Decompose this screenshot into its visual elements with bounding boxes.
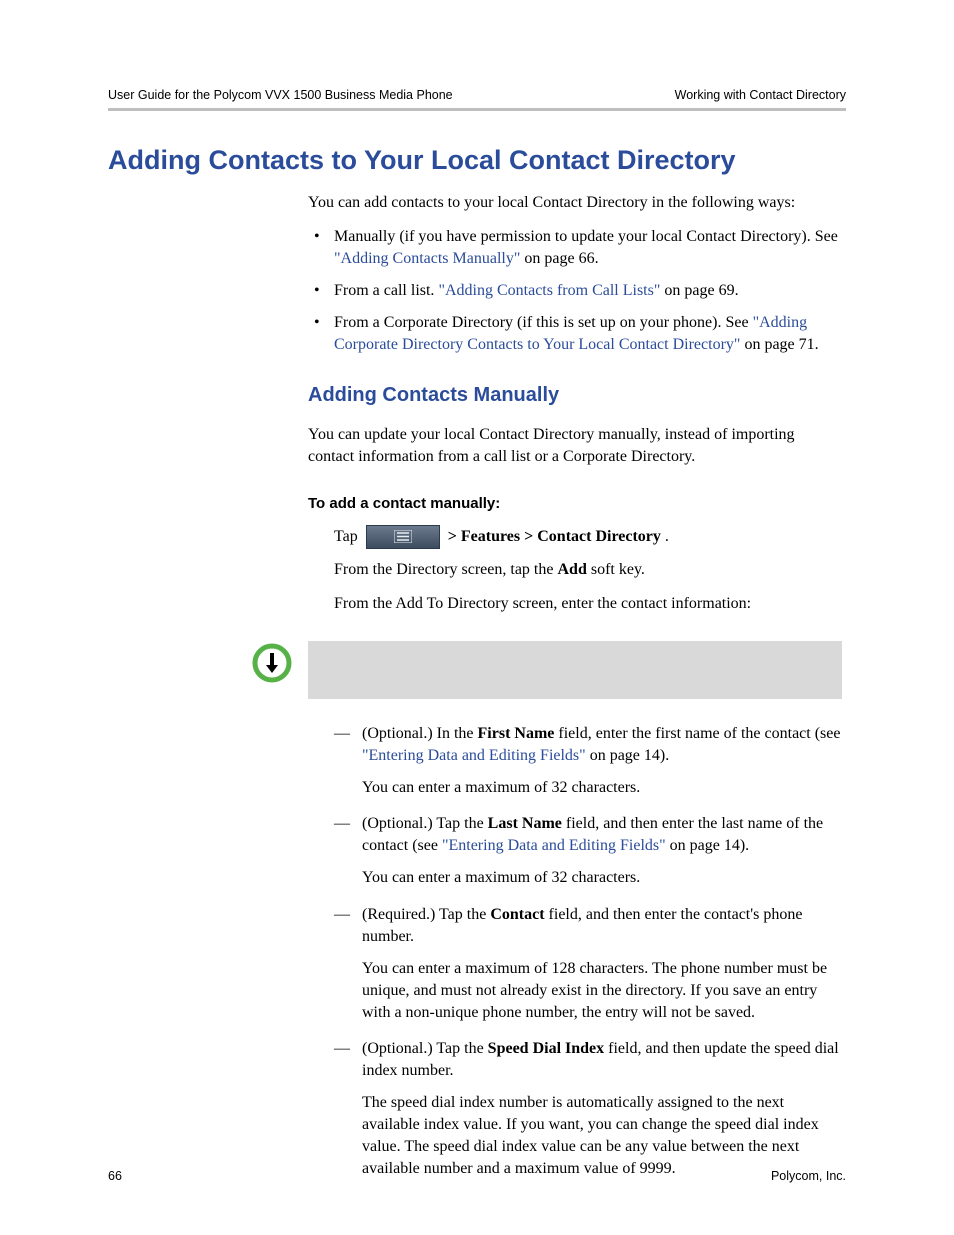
footer-company: Polycom, Inc. — [771, 1169, 846, 1183]
link-adding-from-call-lists[interactable]: "Adding Contacts from Call Lists" — [438, 282, 660, 299]
running-header: User Guide for the Polycom VVX 1500 Busi… — [108, 88, 846, 102]
section-paragraph: You can update your local Contact Direct… — [308, 424, 842, 468]
heading-3: To add a contact manually: — [308, 494, 842, 515]
note-icon — [248, 641, 296, 699]
note-callout — [248, 641, 842, 699]
body-content: You can add contacts to your local Conta… — [308, 192, 842, 1180]
bullet-item: From a call list. "Adding Contacts from … — [308, 280, 842, 302]
dash-sub: You can enter a maximum of 128 character… — [362, 958, 842, 1024]
dash-sub: You can enter a maximum of 32 characters… — [362, 777, 842, 799]
intro-paragraph: You can add contacts to your local Conta… — [308, 192, 842, 214]
dash-item: (Optional.) In the First Name field, ent… — [308, 723, 842, 799]
dash-item: (Optional.) Tap the Last Name field, and… — [308, 813, 842, 889]
step-2: From the Directory screen, tap the Add s… — [308, 559, 842, 581]
link-entering-data-1[interactable]: "Entering Data and Editing Fields" — [362, 747, 586, 764]
step-1: Tap > Features > Contact Directory. — [308, 525, 842, 549]
dash-list: (Optional.) In the First Name field, ent… — [308, 723, 842, 1180]
page: User Guide for the Polycom VVX 1500 Busi… — [0, 0, 954, 1235]
heading-1: Adding Contacts to Your Local Contact Di… — [108, 145, 846, 176]
menu-button-icon — [366, 525, 440, 549]
header-left: User Guide for the Polycom VVX 1500 Busi… — [108, 88, 453, 102]
header-rule — [108, 108, 846, 111]
bullet-item: Manually (if you have permission to upda… — [308, 226, 842, 270]
page-number: 66 — [108, 1169, 122, 1183]
dash-sub: The speed dial index number is automatic… — [362, 1092, 842, 1180]
heading-2: Adding Contacts Manually — [308, 382, 842, 410]
note-box — [308, 641, 842, 699]
link-adding-manually[interactable]: "Adding Contacts Manually" — [334, 250, 520, 267]
header-right: Working with Contact Directory — [675, 88, 846, 102]
link-entering-data-2[interactable]: "Entering Data and Editing Fields" — [442, 837, 666, 854]
dash-sub: You can enter a maximum of 32 characters… — [362, 867, 842, 889]
footer: 66 Polycom, Inc. — [108, 1169, 846, 1183]
step-3: From the Add To Directory screen, enter … — [308, 593, 842, 615]
dash-item: (Optional.) Tap the Speed Dial Index fie… — [308, 1038, 842, 1180]
bullet-item: From a Corporate Directory (if this is s… — [308, 312, 842, 356]
bullet-list: Manually (if you have permission to upda… — [308, 226, 842, 356]
dash-item: (Required.) Tap the Contact field, and t… — [308, 904, 842, 1024]
